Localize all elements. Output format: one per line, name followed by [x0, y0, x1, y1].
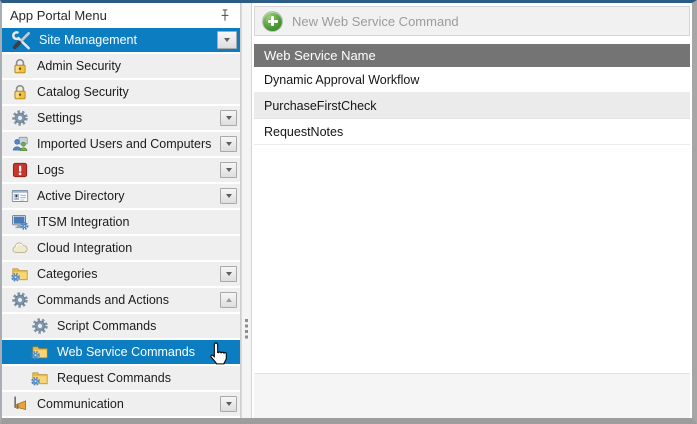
sidebar-item-request-commands[interactable]: Request Commands: [2, 366, 240, 390]
web-service-name-cell: Dynamic Approval Workflow: [264, 73, 419, 87]
table-row[interactable]: RequestNotes: [254, 119, 690, 145]
sidebar-item-categories[interactable]: Categories: [2, 262, 240, 286]
main-panel: New Web Service Command Web Service Name…: [252, 3, 692, 418]
splitter-grip-icon: [245, 319, 248, 341]
sidebar-item-label: Communication: [37, 397, 124, 411]
gear-icon: [31, 317, 49, 335]
chevron-down-button[interactable]: [217, 31, 237, 49]
web-service-name-cell: PurchaseFirstCheck: [264, 99, 377, 113]
sidebar-item-label: Web Service Commands: [57, 345, 195, 359]
pane-splitter[interactable]: [241, 3, 252, 418]
sidebar-item-cloud-integration[interactable]: Cloud Integration: [2, 236, 240, 260]
new-command-label: New Web Service Command: [292, 14, 459, 29]
sidebar-item-logs[interactable]: Logs: [2, 158, 240, 182]
sidebar-item-label: Cloud Integration: [37, 241, 132, 255]
chevron-down-button[interactable]: [220, 110, 237, 126]
grid-footer: [254, 373, 690, 418]
chevron-down-button[interactable]: [220, 162, 237, 178]
megaphone-icon: [11, 395, 29, 413]
chevron-up-button[interactable]: [220, 292, 237, 308]
sidebar-item-label: Logs: [37, 163, 64, 177]
sidebar-item-itsm-integration[interactable]: ITSM Integration: [2, 210, 240, 234]
sidebar-item-label: Request Commands: [57, 371, 171, 385]
cloud-icon: [11, 239, 29, 257]
pin-icon[interactable]: [219, 9, 231, 22]
lock-icon: [11, 57, 29, 75]
sidebar-item-label: ITSM Integration: [37, 215, 129, 229]
sidebar-item-site-management[interactable]: Site Management: [2, 28, 240, 52]
folder-gear-icon: [31, 343, 49, 361]
sidebar-item-commands-and-actions[interactable]: Commands and Actions: [2, 288, 240, 312]
chevron-down-button[interactable]: [220, 188, 237, 204]
sidebar-item-label: Site Management: [39, 33, 137, 47]
sidebar-header: App Portal Menu: [2, 3, 240, 28]
chevron-down-button[interactable]: [220, 266, 237, 282]
gear-icon: [11, 109, 29, 127]
table-row[interactable]: Dynamic Approval Workflow: [254, 67, 690, 93]
sidebar-item-script-commands[interactable]: Script Commands: [2, 314, 240, 338]
sidebar-item-settings[interactable]: Settings: [2, 106, 240, 130]
table-row[interactable]: PurchaseFirstCheck: [254, 93, 690, 119]
sidebar-item-label: Script Commands: [57, 319, 156, 333]
users-icon: [11, 135, 29, 153]
sidebar-item-label: Imported Users and Computers: [37, 137, 211, 151]
grid-column-header[interactable]: Web Service Name: [254, 44, 690, 67]
sidebar-item-label: Categories: [37, 267, 97, 281]
folder-gear-icon: [31, 369, 49, 387]
gear-icon: [11, 291, 29, 309]
monitor-gear-icon: [11, 213, 29, 231]
sidebar-item-label: Catalog Security: [37, 85, 129, 99]
lock-icon: [11, 83, 29, 101]
sidebar-item-communication[interactable]: Communication: [2, 392, 240, 416]
sidebar-item-catalog-security[interactable]: Catalog Security: [2, 80, 240, 104]
app-window: App Portal Menu Site Management Admin Se…: [0, 0, 697, 424]
alert-icon: [11, 161, 29, 179]
sidebar-item-web-service-commands[interactable]: Web Service Commands: [2, 340, 240, 364]
add-icon: [262, 11, 283, 32]
web-service-name-cell: RequestNotes: [264, 125, 343, 139]
chevron-down-button[interactable]: [220, 396, 237, 412]
column-header-label: Web Service Name: [264, 48, 376, 63]
sidebar-item-label: Commands and Actions: [37, 293, 169, 307]
sidebar-item-label: Settings: [37, 111, 82, 125]
sidebar-menu: Site Management Admin Security Catalog S…: [2, 28, 240, 418]
folder-gear-icon: [11, 265, 29, 283]
chevron-down-button[interactable]: [220, 136, 237, 152]
contact-card-icon: [11, 187, 29, 205]
sidebar-item-active-directory[interactable]: Active Directory: [2, 184, 240, 208]
sidebar: App Portal Menu Site Management Admin Se…: [2, 3, 241, 418]
sidebar-item-label: Active Directory: [37, 189, 125, 203]
tools-icon: [11, 30, 32, 51]
sidebar-item-label: Admin Security: [37, 59, 121, 73]
sidebar-title: App Portal Menu: [10, 8, 107, 23]
new-web-service-command-button[interactable]: New Web Service Command: [254, 6, 690, 36]
sidebar-item-admin-security[interactable]: Admin Security: [2, 54, 240, 78]
grid-empty-area: [254, 145, 690, 373]
sidebar-item-imported-users-and-computers[interactable]: Imported Users and Computers: [2, 132, 240, 156]
